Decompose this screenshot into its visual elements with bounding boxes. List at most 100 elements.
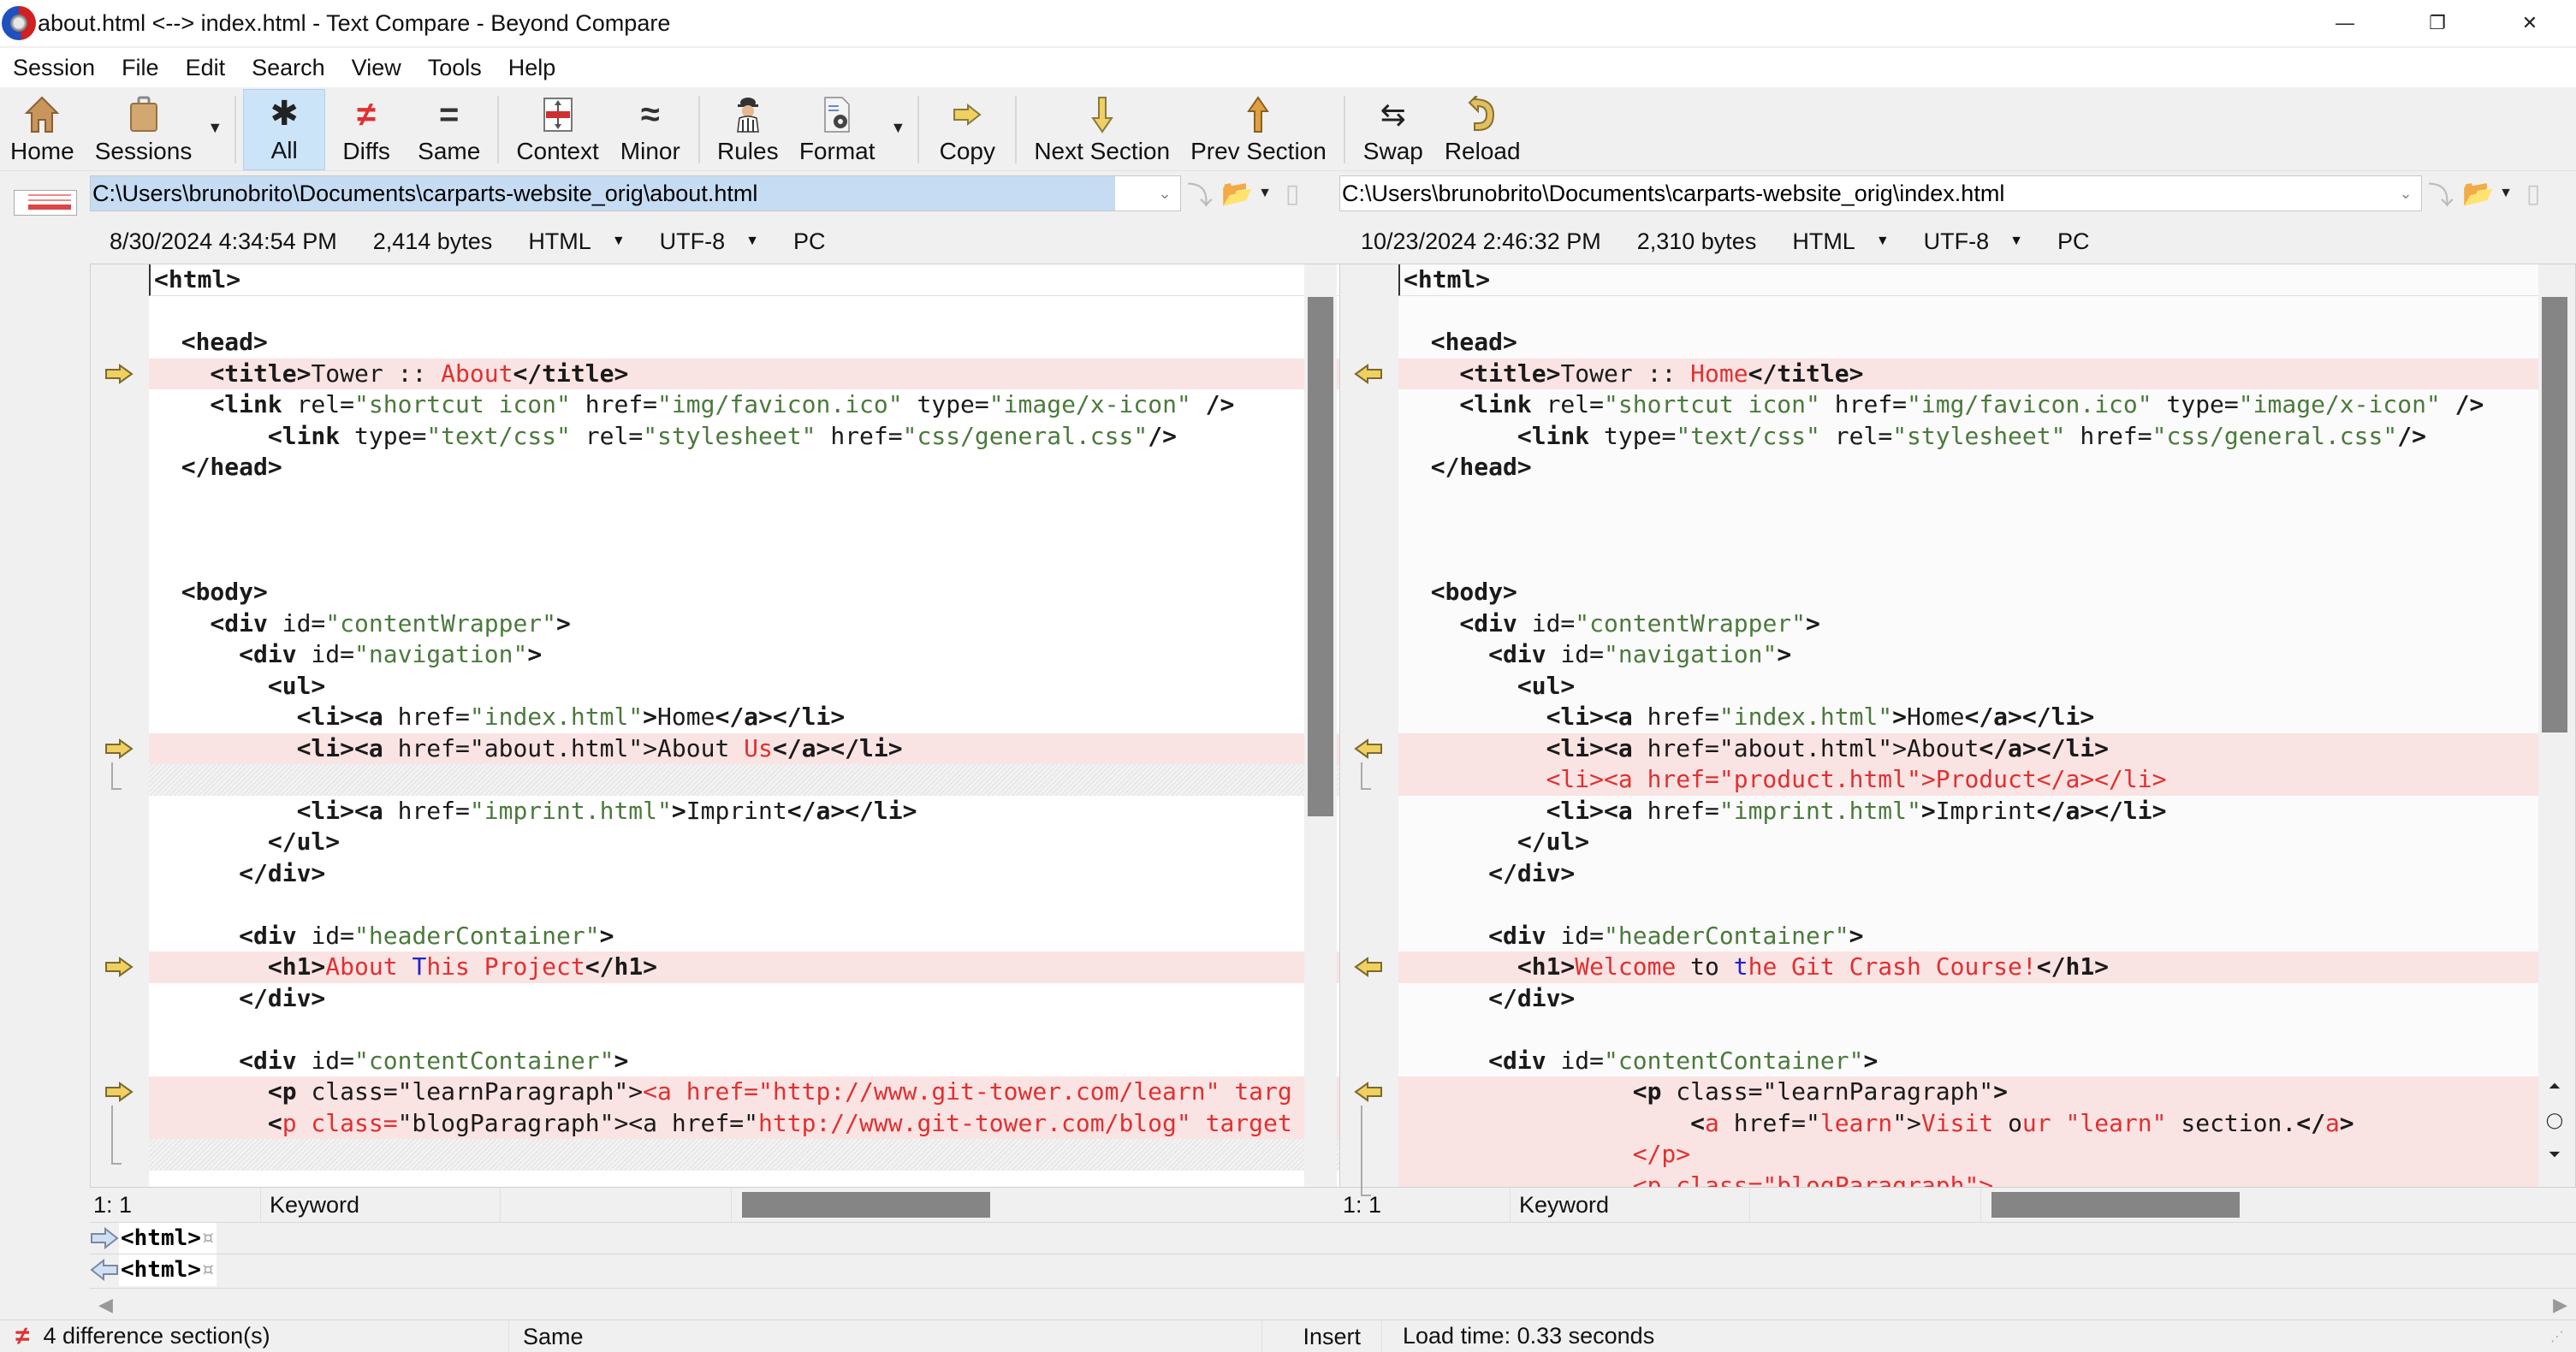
code-line[interactable] [149, 1139, 1390, 1171]
right-encoding-select[interactable]: UTF-8 ▼ [1924, 228, 2023, 255]
copy-button[interactable]: Copy [926, 89, 1008, 170]
left-scroll-thumb[interactable] [1308, 297, 1333, 816]
prev-diff-nav-icon[interactable]: ⏶ [2538, 1077, 2571, 1095]
reload-button[interactable]: Reload [1434, 89, 1531, 170]
diff-line[interactable]: <h1>About This Project</h1> [149, 952, 1390, 983]
copy-to-left-arrow-icon[interactable] [1354, 1082, 1383, 1102]
code-line[interactable]: <li><a href="index.html">Home</a></li> [1398, 702, 2538, 733]
prev-section-button[interactable]: Prev Section [1180, 89, 1337, 170]
next-section-button[interactable]: Next Section [1024, 89, 1180, 170]
close-button[interactable]: ✕ [2484, 0, 2576, 46]
right-horizontal-scroll-thumb[interactable] [1991, 1192, 2240, 1218]
code-line[interactable]: <div id="navigation"> [1398, 639, 2538, 671]
code-line[interactable] [149, 764, 1390, 796]
right-vertical-scrollbar[interactable]: ⏶ ◯ ⏷ [2538, 264, 2571, 1187]
copy-to-right-arrow-icon[interactable] [104, 738, 134, 759]
code-line[interactable]: <li><a href="imprint.html">Imprint</a></… [149, 796, 1390, 827]
right-line-endings[interactable]: PC [2057, 228, 2090, 255]
code-line[interactable]: <html> [149, 264, 1390, 296]
left-line-endings[interactable]: PC [793, 228, 826, 255]
right-save-icon[interactable]: ▯ [2514, 175, 2552, 211]
copy-to-left-arrow-icon[interactable] [1354, 957, 1383, 977]
right-scroll-thumb[interactable] [2542, 297, 2567, 732]
menu-search[interactable]: Search [239, 55, 339, 81]
left-open-recent-icon[interactable]: ⤵ [1181, 175, 1219, 211]
code-line[interactable]: <head> [1398, 327, 2538, 359]
code-line[interactable]: <body> [149, 577, 1390, 608]
filter-all-button[interactable]: ✱ All [243, 89, 326, 170]
code-line[interactable] [1398, 483, 2538, 515]
diff-line[interactable]: <p class="blogParagraph"><a href="http:/… [149, 1107, 1390, 1139]
swap-button[interactable]: ⇆ Swap [1352, 89, 1434, 170]
current-diff-nav-icon[interactable]: ◯ [2538, 1112, 2571, 1130]
code-line[interactable]: <link rel="shortcut icon" href="img/favi… [149, 389, 1390, 421]
code-line[interactable]: <div id="contentWrapper"> [149, 608, 1390, 640]
code-line[interactable]: </head> [1398, 452, 2538, 483]
diff-line[interactable]: <p class="blogParagraph"> [1398, 1170, 2538, 1187]
copy-to-left-arrow-icon[interactable] [1354, 363, 1383, 384]
code-line[interactable]: <html> [1398, 264, 2538, 296]
left-path-history-dropdown-icon[interactable]: ⌄ [1149, 185, 1180, 203]
code-line[interactable]: <ul> [149, 671, 1390, 703]
code-line[interactable]: <div id="headerContainer"> [1398, 921, 2538, 952]
resize-grip-icon[interactable]: ⋰ [2550, 1328, 2576, 1345]
right-format-select[interactable]: HTML ▼ [1792, 228, 1889, 255]
diff-line[interactable]: <li><a href="about.html">About</a></li> [1398, 732, 2538, 764]
menu-file[interactable]: File [109, 55, 173, 81]
restore-button[interactable]: ❐ [2391, 0, 2484, 46]
code-line[interactable]: </head> [149, 452, 1390, 483]
code-line[interactable] [149, 483, 1390, 515]
diff-line[interactable]: </p> [1398, 1139, 2538, 1171]
scroll-right-icon[interactable]: ▶ [2553, 1294, 2567, 1316]
code-line[interactable] [149, 296, 1390, 328]
code-line[interactable] [149, 514, 1390, 546]
left-save-icon[interactable]: ▯ [1273, 175, 1311, 211]
code-line[interactable]: </div> [149, 983, 1390, 1015]
code-line[interactable]: </ul> [1398, 827, 2538, 858]
code-line[interactable]: </div> [149, 858, 1390, 890]
code-line[interactable] [1398, 296, 2538, 328]
code-line[interactable] [1398, 1014, 2538, 1046]
diff-line[interactable]: <title>Tower :: About</title> [149, 358, 1390, 389]
copy-to-right-arrow-icon[interactable] [104, 957, 134, 977]
code-line[interactable]: <head> [149, 327, 1390, 359]
right-open-dropdown-icon[interactable]: ▼ [2497, 175, 2514, 211]
code-line[interactable]: <div id="contentContainer"> [149, 1046, 1390, 1077]
menu-edit[interactable]: Edit [173, 55, 240, 81]
code-line[interactable]: <link type="text/css" rel="stylesheet" h… [1398, 421, 2538, 453]
sessions-dropdown-icon[interactable]: ▼ [202, 86, 228, 170]
left-format-select[interactable]: HTML ▼ [528, 228, 625, 255]
code-line[interactable]: <div id="navigation"> [149, 639, 1390, 671]
code-line[interactable]: <link rel="shortcut icon" href="img/favi… [1398, 389, 2538, 421]
filter-diffs-button[interactable]: ≠ Diffs [325, 89, 407, 170]
menu-session[interactable]: Session [0, 55, 109, 81]
minor-button[interactable]: ≈ Minor [609, 89, 691, 170]
format-dropdown-icon[interactable]: ▼ [886, 86, 911, 170]
scroll-left-icon[interactable]: ◀ [98, 1294, 113, 1316]
diff-overview-thumbnail[interactable] [14, 190, 77, 216]
code-line[interactable]: <ul> [1398, 671, 2538, 703]
right-path-history-dropdown-icon[interactable]: ⌄ [2390, 185, 2421, 203]
copy-to-right-arrow-icon[interactable] [104, 363, 134, 384]
code-line[interactable]: <li><a href="imprint.html">Imprint</a></… [1398, 796, 2538, 827]
format-button[interactable]: Format [789, 89, 886, 170]
left-path-input[interactable]: C:\Users\brunobrito\Documents\carparts-w… [90, 175, 1181, 211]
diff-line[interactable]: <p class="learnParagraph"><a href="http:… [149, 1076, 1390, 1108]
left-open-folder-icon[interactable]: 📂 [1219, 175, 1256, 211]
home-button[interactable]: Home [0, 89, 85, 170]
right-open-recent-icon[interactable]: ⤵ [2422, 175, 2460, 211]
filter-same-button[interactable]: = Same [407, 89, 490, 170]
copy-to-right-arrow-icon[interactable] [104, 1082, 134, 1102]
menu-view[interactable]: View [339, 55, 415, 81]
code-line[interactable] [1398, 514, 2538, 546]
diff-line[interactable]: <a href="learn">Visit our "learn" sectio… [1398, 1107, 2538, 1139]
code-line[interactable]: </ul> [149, 827, 1390, 858]
minimize-button[interactable]: — [2299, 0, 2391, 46]
code-line[interactable] [1398, 889, 2538, 921]
code-line[interactable]: </div> [1398, 983, 2538, 1015]
code-line[interactable] [1398, 546, 2538, 578]
menu-tools[interactable]: Tools [415, 55, 496, 81]
left-horizontal-scroll-thumb[interactable] [742, 1192, 990, 1218]
left-code-view[interactable]: <html> <head> <title>Tower :: About</tit… [149, 264, 1390, 1187]
detail-horizontal-scrollbar[interactable]: ◀ ▶ [90, 1288, 2576, 1319]
